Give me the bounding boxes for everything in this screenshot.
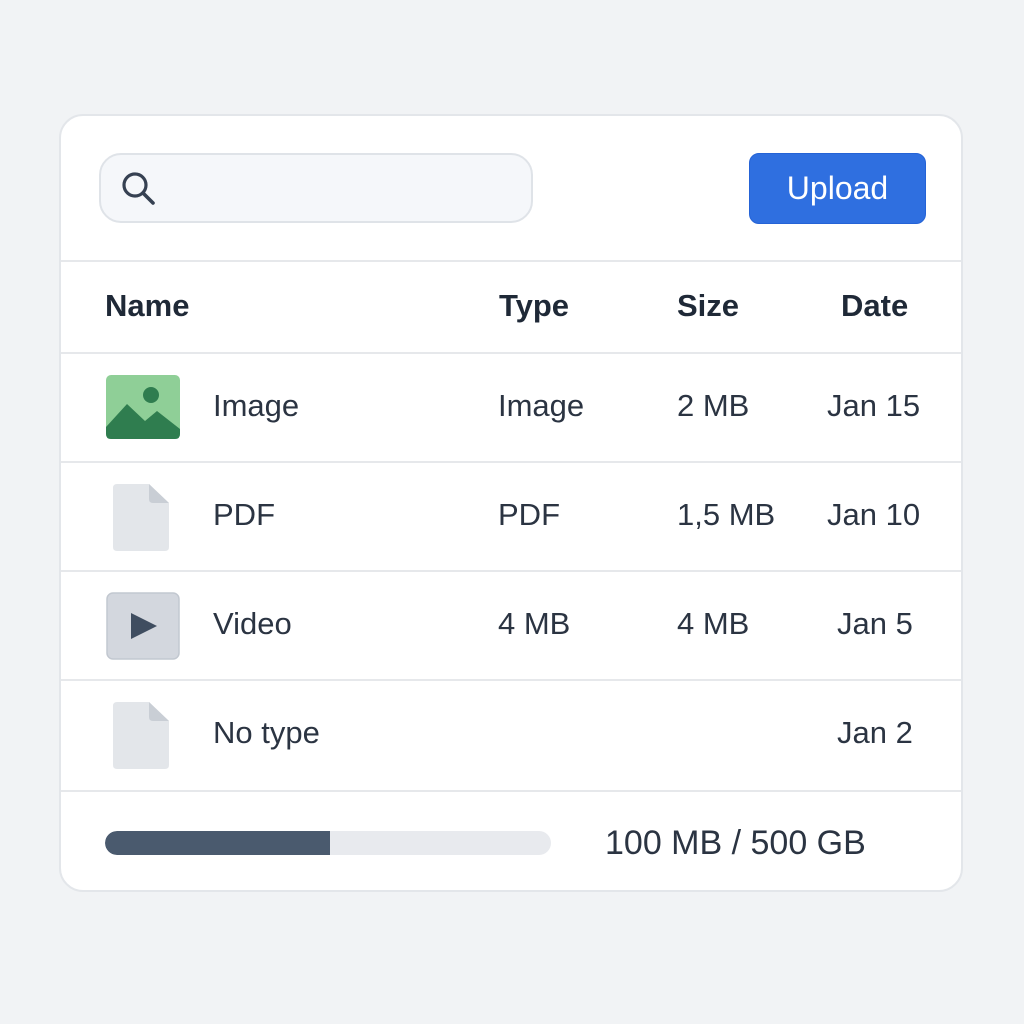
file-size: 1,5 MB — [677, 497, 776, 532]
file-date: Jan 5 — [837, 606, 913, 641]
search-input[interactable] — [165, 163, 519, 215]
search-box[interactable] — [99, 153, 533, 223]
column-header-size[interactable]: Size — [677, 288, 739, 324]
file-name: Image — [213, 388, 300, 423]
document-file-icon — [113, 702, 169, 769]
storage-progress-fill — [105, 831, 331, 855]
table-row[interactable]: No type Jan 2 — [61, 681, 961, 792]
storage-progress-bar — [105, 831, 551, 855]
file-type: 4 MB — [498, 606, 571, 641]
table-row[interactable]: Image Image 2 MB Jan 15 — [61, 354, 961, 463]
file-date: Jan 2 — [837, 715, 913, 750]
upload-button[interactable]: Upload — [749, 153, 926, 224]
storage-footer: 100 MB / 500 GB — [61, 792, 961, 890]
storage-usage-text: 100 MB / 500 GB — [605, 824, 866, 862]
column-header-date[interactable]: Date — [841, 288, 908, 324]
document-file-icon — [113, 484, 169, 551]
column-header-type[interactable]: Type — [499, 288, 569, 324]
file-name: No type — [213, 715, 320, 750]
video-file-icon — [106, 592, 180, 660]
search-icon — [122, 172, 155, 205]
file-type: PDF — [498, 497, 560, 532]
table-row[interactable]: PDF PDF 1,5 MB Jan 10 — [61, 463, 961, 572]
table-header: Name Type Size Date — [61, 262, 961, 354]
column-header-name[interactable]: Name — [105, 288, 189, 324]
file-date: Jan 10 — [827, 497, 921, 532]
table-row[interactable]: Video 4 MB 4 MB Jan 5 — [61, 572, 961, 681]
file-name: Video — [213, 606, 292, 641]
file-size: 4 MB — [677, 606, 750, 641]
file-type: Image — [498, 388, 585, 423]
image-file-icon — [106, 375, 180, 439]
file-size: 2 MB — [677, 388, 750, 423]
toolbar: Upload — [61, 116, 961, 262]
file-manager-card: Upload Name Type Size Date Image Image 2… — [59, 114, 963, 892]
file-date: Jan 15 — [827, 388, 921, 423]
file-name: PDF — [213, 497, 275, 532]
